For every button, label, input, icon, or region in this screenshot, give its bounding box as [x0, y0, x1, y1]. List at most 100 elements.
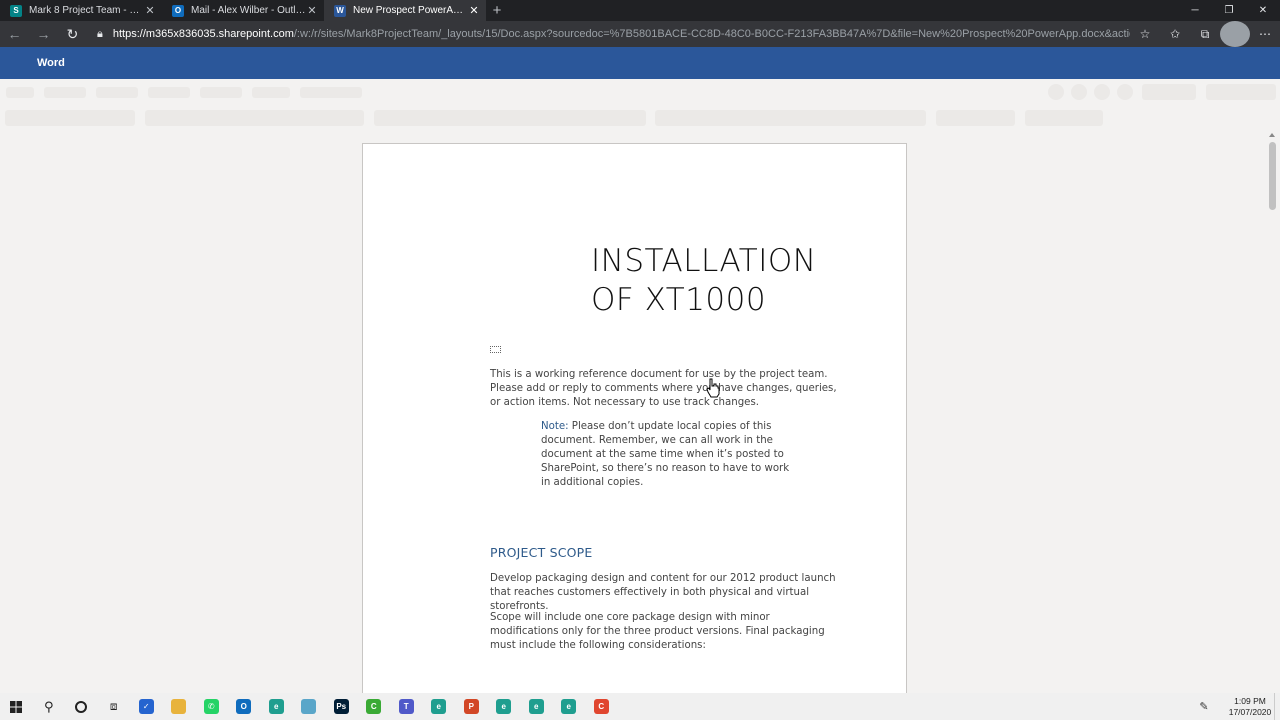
close-window-icon[interactable]: ✕ — [1246, 0, 1280, 21]
taskbar-app[interactable]: ✓ — [130, 693, 163, 720]
taskbar-app[interactable]: Ps — [325, 693, 358, 720]
browser-toolbar: ← → ↻ 🔒︎ https://m365x836035.sharepoint.… — [0, 21, 1280, 47]
note-text: Please don’t update local copies of this… — [541, 421, 790, 488]
ribbon-tab-skeleton — [252, 87, 290, 98]
taskbar-app[interactable]: P — [455, 693, 488, 720]
forward-icon[interactable]: → — [29, 21, 58, 47]
more-menu-icon[interactable]: ⋯ — [1250, 21, 1280, 47]
favorites-icon[interactable]: ✩ — [1160, 21, 1190, 47]
section-heading[interactable]: PROJECT SCOPE — [490, 545, 593, 560]
scope-paragraph[interactable]: Scope will include one core package desi… — [490, 611, 830, 653]
ribbon-action-skeleton — [1142, 84, 1196, 100]
collections-icon[interactable]: ⧉ — [1190, 21, 1220, 47]
url-host: https://m365x836035.sharepoint.com — [112, 28, 294, 40]
tab-title: Mark 8 Project Team - Controlled — [29, 5, 144, 16]
pen-workspace-icon[interactable]: ✎ — [1194, 700, 1214, 713]
edge-icon: e — [496, 699, 512, 714]
ribbon-tab-skeleton — [44, 87, 86, 98]
vertical-scrollbar[interactable] — [1265, 131, 1280, 693]
address-bar[interactable]: 🔒︎ https://m365x836035.sharepoint.com /:… — [87, 21, 1130, 47]
bookmark-star-icon[interactable]: ☆ — [1130, 21, 1160, 47]
ribbon-action-skeleton — [1117, 84, 1133, 100]
taskbar-app[interactable]: C — [585, 693, 618, 720]
show-desktop-button[interactable] — [1274, 693, 1280, 720]
tab-title: New Prospect PowerApp.docx — [353, 5, 468, 16]
windows-taskbar: ⚲ ⧈ ✓ ✆ Oe Ps C Te Pe e e C ✎ 1:09 PM 17/07/2020 — [0, 693, 1280, 720]
photoshop-icon: Ps — [333, 699, 349, 714]
edge-icon: e — [268, 699, 284, 714]
windows-logo-icon — [10, 700, 23, 713]
cortana-button[interactable] — [65, 693, 98, 720]
notepad-icon — [301, 699, 317, 714]
taskbar-app[interactable] — [293, 693, 326, 720]
ribbon-tab-skeleton — [148, 87, 190, 98]
ribbon-command-skeleton — [5, 110, 135, 126]
scrollbar-thumb[interactable] — [1269, 142, 1276, 210]
close-icon[interactable]: ✕ — [468, 4, 480, 17]
scroll-up-icon[interactable] — [1269, 133, 1275, 137]
document-title[interactable]: INSTALLATION OF XT1000 — [591, 242, 816, 320]
edge-icon: e — [431, 699, 447, 714]
object-anchor-icon — [490, 346, 501, 353]
tab-sharepoint[interactable]: S Mark 8 Project Team - Controlled ✕ — [0, 0, 162, 21]
taskbar-app[interactable]: e — [488, 693, 521, 720]
outlook-icon: O — [172, 4, 184, 17]
taskbar-app[interactable] — [163, 693, 196, 720]
restore-icon[interactable]: ❐ — [1212, 0, 1246, 21]
tab-word-document[interactable]: W New Prospect PowerApp.docx ✕ — [324, 0, 486, 21]
edge-icon: e — [528, 699, 544, 714]
ribbon-command-skeleton — [145, 110, 364, 126]
task-view-button[interactable]: ⧈ — [98, 693, 131, 720]
minimize-icon[interactable]: ─ — [1178, 0, 1212, 21]
ribbon-placeholder — [0, 79, 1280, 131]
close-icon[interactable]: ✕ — [306, 4, 318, 17]
ribbon-tab-skeleton — [300, 87, 362, 98]
taskbar-app[interactable]: ✆ — [195, 693, 228, 720]
clock[interactable]: 1:09 PM 17/07/2020 — [1226, 696, 1274, 718]
task-view-icon: ⧈ — [109, 699, 118, 713]
taskbar-app[interactable]: e — [520, 693, 553, 720]
url-path: /:w:/r/sites/Mark8ProjectTeam/_layouts/1… — [293, 28, 1130, 40]
search-button[interactable]: ⚲ — [33, 693, 66, 720]
ribbon-action-skeleton — [1048, 84, 1064, 100]
file-explorer-icon — [171, 699, 187, 714]
taskbar-app[interactable]: T — [390, 693, 423, 720]
edge-icon: e — [561, 699, 577, 714]
search-icon: ⚲ — [43, 698, 54, 714]
word-icon: W — [334, 4, 346, 17]
new-tab-button[interactable]: + — [486, 0, 508, 21]
avatar — [1220, 21, 1250, 47]
clock-date: 17/07/2020 — [1228, 706, 1272, 717]
todo-icon: ✓ — [138, 699, 154, 714]
note-paragraph[interactable]: Note: Please don’t update local copies o… — [541, 420, 791, 490]
word-brand[interactable]: Word — [37, 57, 65, 69]
taskbar-app[interactable]: C — [358, 693, 391, 720]
ribbon-command-skeleton — [1025, 110, 1103, 126]
profile-button[interactable] — [1220, 21, 1250, 47]
outlook-icon: O — [236, 699, 252, 714]
ribbon-command-skeleton — [655, 110, 926, 126]
back-icon[interactable]: ← — [0, 21, 29, 47]
intro-paragraph[interactable]: This is a working reference document for… — [490, 368, 845, 410]
close-icon[interactable]: ✕ — [144, 4, 156, 17]
ribbon-action-skeleton — [1071, 84, 1087, 100]
reload-icon[interactable]: ↻ — [58, 21, 87, 47]
taskbar-app[interactable]: O — [228, 693, 261, 720]
taskbar-app[interactable]: e — [260, 693, 293, 720]
window-controls: ─ ❐ ✕ — [1178, 0, 1280, 21]
document-page[interactable]: INSTALLATION OF XT1000 This is a working… — [362, 143, 907, 693]
ribbon-command-skeleton — [936, 110, 1015, 126]
taskbar-app[interactable]: e — [423, 693, 456, 720]
scope-paragraph[interactable]: Develop packaging design and content for… — [490, 572, 844, 614]
ribbon-tab-skeleton — [200, 87, 242, 98]
ribbon-command-skeleton — [374, 110, 646, 126]
tab-outlook[interactable]: O Mail - Alex Wilber - Outlook ✕ — [162, 0, 324, 21]
teams-icon: T — [398, 699, 414, 714]
taskbar-app[interactable]: e — [553, 693, 586, 720]
start-button[interactable] — [0, 693, 33, 720]
ribbon-tab-skeleton — [6, 87, 34, 98]
recorder-icon: C — [593, 699, 609, 714]
lock-icon: 🔒︎ — [97, 27, 103, 40]
ribbon-action-skeleton — [1094, 84, 1110, 100]
whatsapp-icon: ✆ — [203, 699, 219, 714]
